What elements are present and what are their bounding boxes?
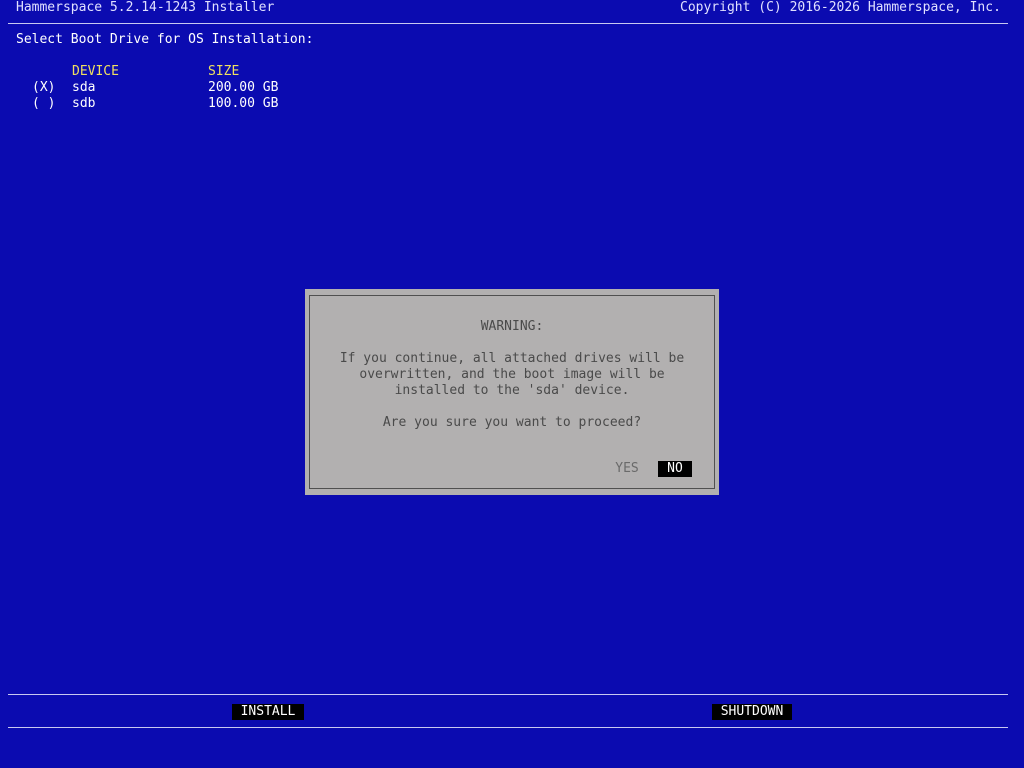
app-title: Hammerspace 5.2.14-1243 Installer <box>16 0 275 15</box>
column-header-size: SIZE <box>208 64 240 79</box>
shutdown-button[interactable]: SHUTDOWN <box>712 704 792 720</box>
header-divider <box>8 23 1008 24</box>
boot-drive-prompt: Select Boot Drive for OS Installation: <box>16 32 314 47</box>
copyright-text: Copyright (C) 2016-2026 Hammerspace, Inc… <box>680 0 1001 15</box>
yes-button[interactable]: YES <box>610 461 644 477</box>
radio-sda[interactable]: (X) <box>32 80 55 96</box>
dialog-message-line: If you continue, all attached drives wil… <box>339 351 685 366</box>
footer-divider-top <box>8 694 1008 695</box>
device-size: 200.00 GB <box>208 80 279 95</box>
device-name: sda <box>72 80 96 95</box>
no-button[interactable]: NO <box>658 461 692 477</box>
column-header-device: DEVICE <box>72 64 119 79</box>
dialog-message-line: overwritten, and the boot image will be <box>359 367 665 382</box>
dialog-message-line: installed to the 'sda' device. <box>394 383 630 398</box>
radio-sdb[interactable]: ( ) <box>32 96 55 112</box>
dialog-question: Are you sure you want to proceed? <box>382 415 642 430</box>
warning-dialog: WARNING: If you continue, all attached d… <box>305 289 719 495</box>
dialog-title: WARNING: <box>480 319 544 334</box>
device-name: sdb <box>72 96 96 111</box>
install-button[interactable]: INSTALL <box>232 704 304 720</box>
device-size: 100.00 GB <box>208 96 279 111</box>
footer-divider-bottom <box>8 727 1008 728</box>
